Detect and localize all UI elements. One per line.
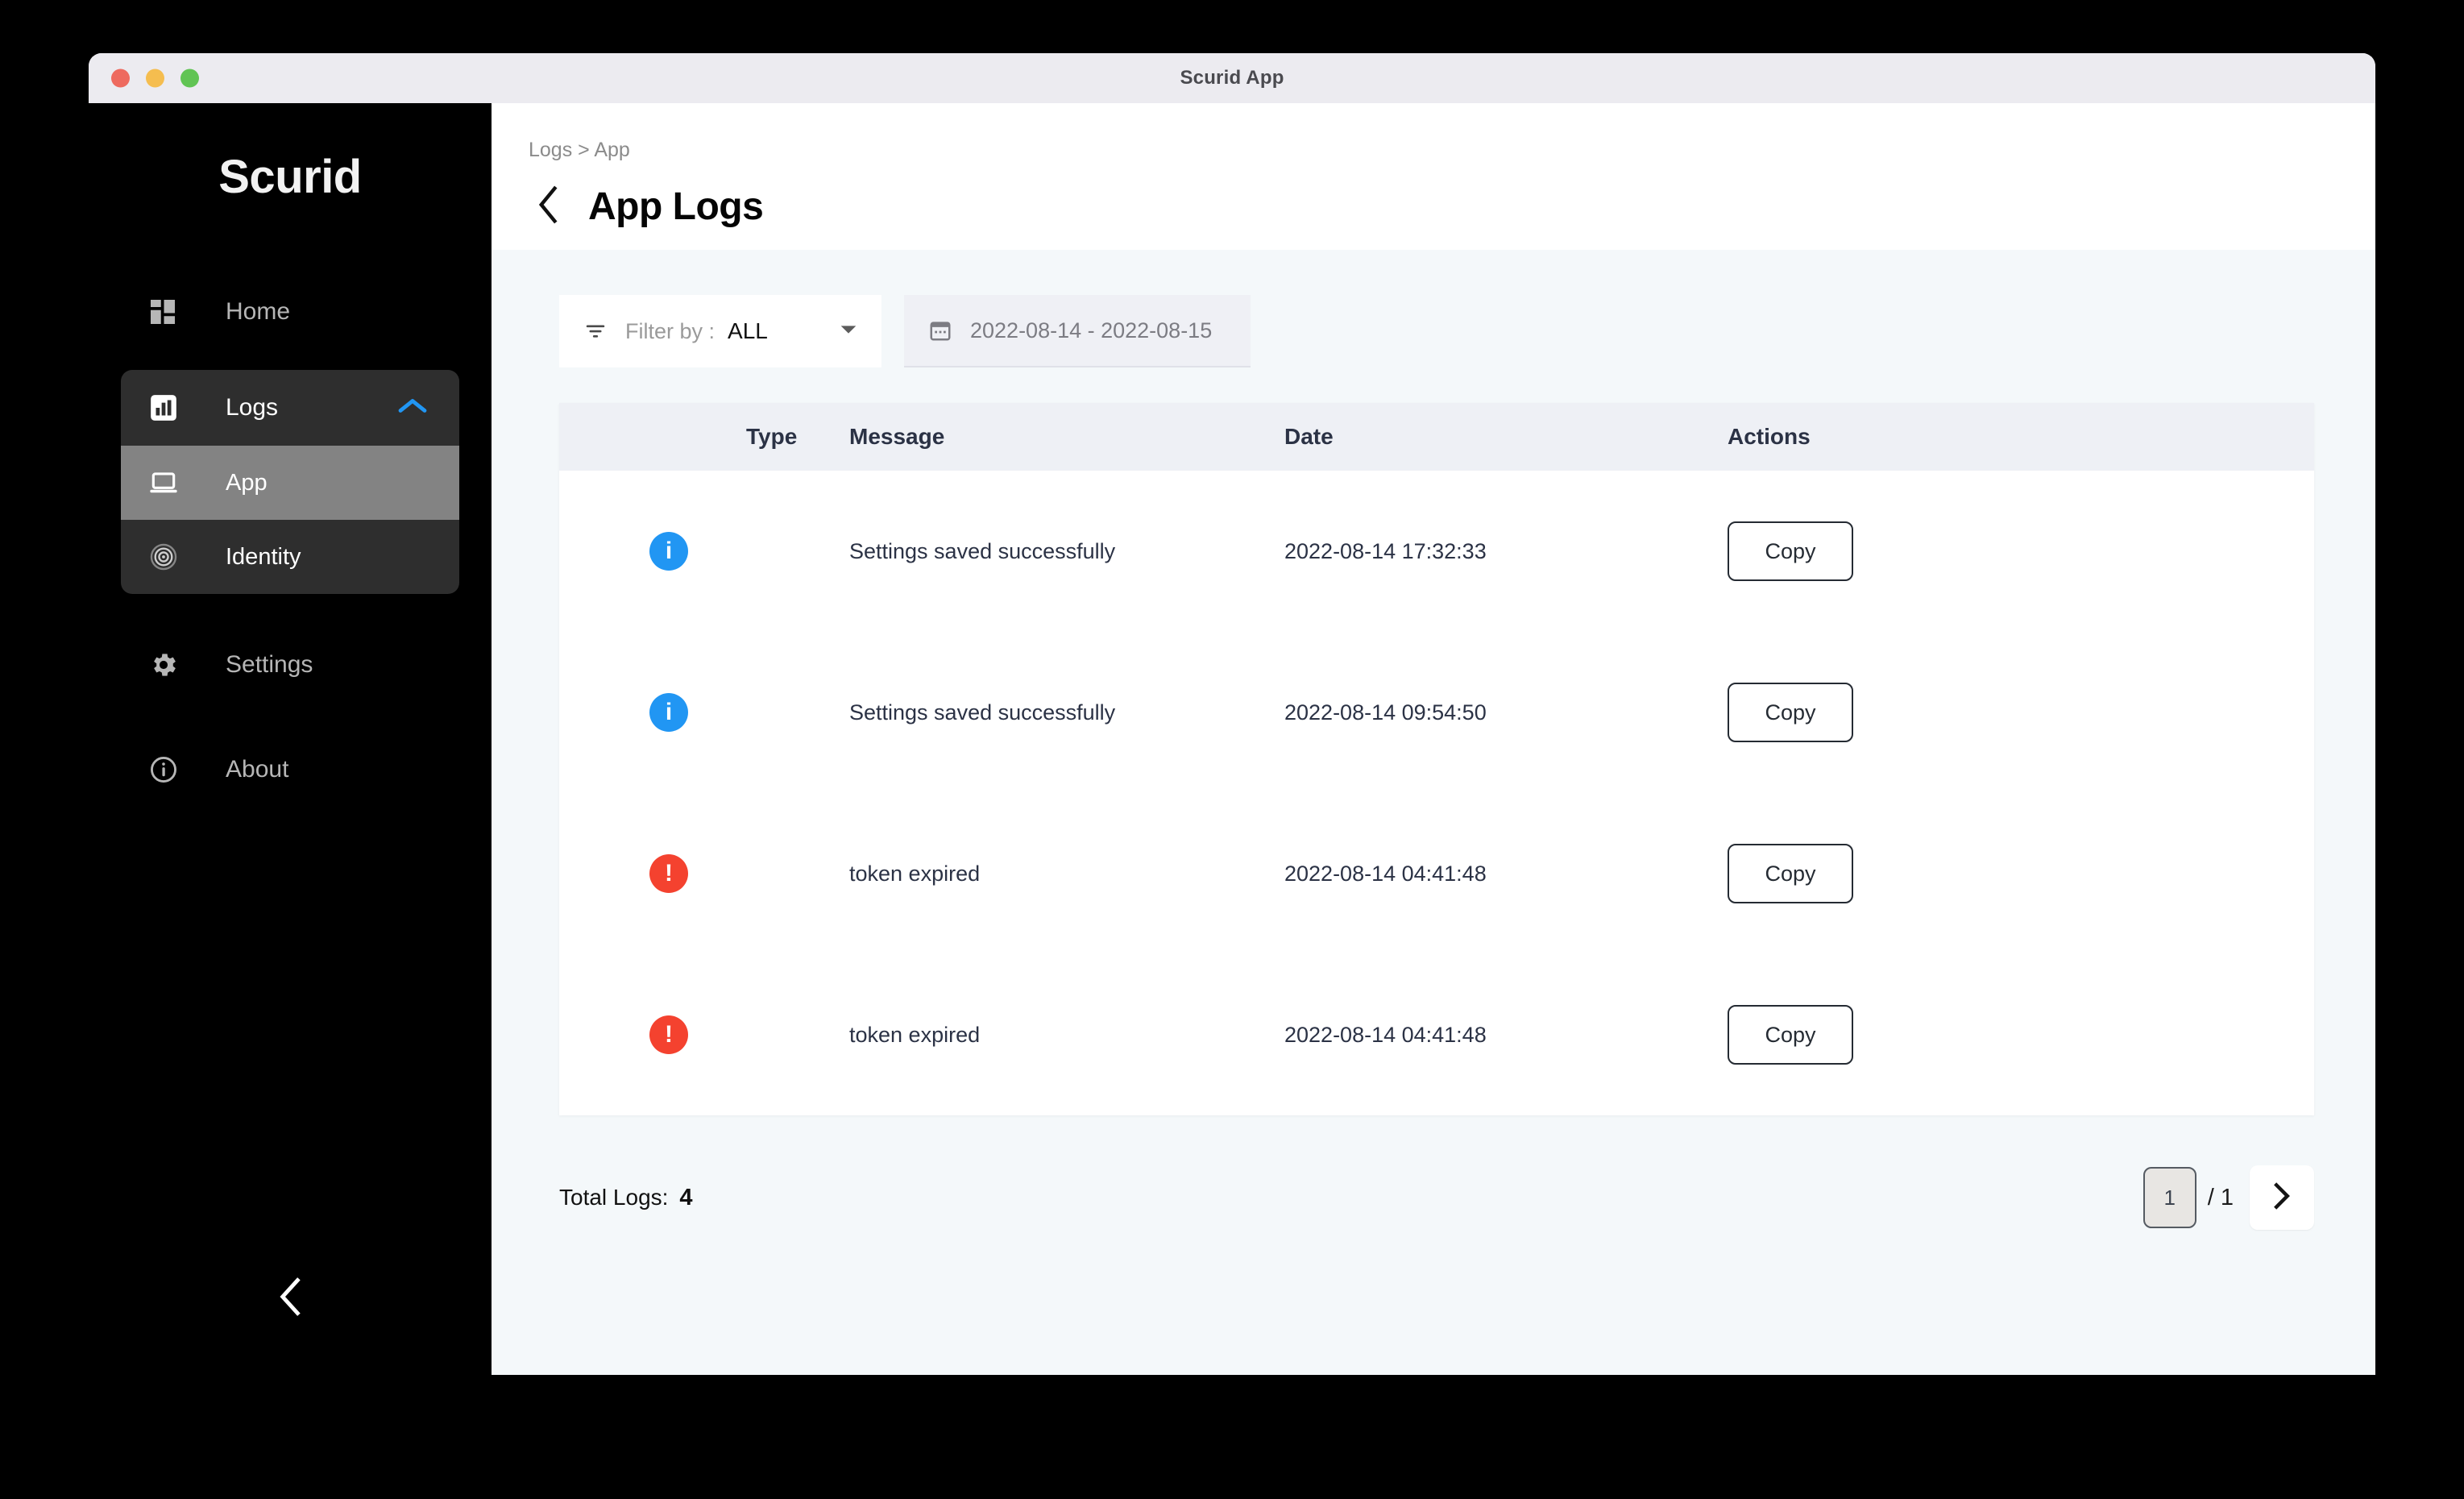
sidebar-item-label-settings: Settings xyxy=(226,651,313,678)
page-number-input[interactable] xyxy=(2143,1167,2196,1228)
sidebar-item-identity[interactable]: Identity xyxy=(121,520,459,594)
table-row: i Settings saved successfully 2022-08-14… xyxy=(559,471,2314,632)
sidebar-item-home[interactable]: Home xyxy=(89,278,492,346)
filter-icon xyxy=(583,319,608,343)
sidebar-item-label-about: About xyxy=(226,756,289,783)
maximize-button[interactable] xyxy=(180,69,199,88)
sidebar-item-logs[interactable]: Logs xyxy=(121,370,459,446)
sidebar-item-app[interactable]: App xyxy=(121,446,459,520)
log-message: token expired xyxy=(849,861,981,886)
column-header-actions: Actions xyxy=(1728,424,1811,449)
date-range-value: 2022-08-14 - 2022-08-15 xyxy=(970,318,1213,343)
page-title: App Logs xyxy=(588,185,764,228)
dashboard-icon xyxy=(148,297,185,326)
fingerprint-icon xyxy=(148,542,185,572)
log-message: token expired xyxy=(849,1022,981,1047)
pagination: / 1 xyxy=(2143,1165,2314,1230)
sidebar: Scurid Home Logs App Identity Settings A… xyxy=(89,103,492,1375)
breadcrumb[interactable]: Logs > App xyxy=(529,139,2375,162)
table-row: ! token expired 2022-08-14 04:41:48 Copy xyxy=(559,954,2314,1115)
sidebar-item-settings[interactable]: Settings xyxy=(89,631,492,699)
total-logs-label: Total Logs: xyxy=(559,1184,669,1210)
brand-logo: Scurid xyxy=(218,151,362,203)
window-titlebar: Scurid App xyxy=(89,53,2375,103)
info-badge-icon: i xyxy=(649,532,688,571)
sidebar-group-logs: Logs App Identity xyxy=(121,370,459,594)
log-message: Settings saved successfully xyxy=(849,538,1116,563)
chevron-right-icon xyxy=(2271,1181,2292,1214)
sidebar-collapse-button[interactable] xyxy=(89,1276,492,1322)
copy-button[interactable]: Copy xyxy=(1728,521,1853,581)
minimize-button[interactable] xyxy=(146,69,164,88)
close-button[interactable] xyxy=(111,69,130,88)
log-date: 2022-08-14 17:32:33 xyxy=(1284,538,1487,563)
table-header-row: Type Message Date Actions xyxy=(559,403,2314,471)
sidebar-item-label-identity: Identity xyxy=(226,543,301,570)
info-circle-icon xyxy=(148,754,185,785)
error-badge-icon: ! xyxy=(649,1015,688,1054)
column-header-message: Message xyxy=(849,424,945,449)
copy-button[interactable]: Copy xyxy=(1728,1005,1853,1065)
total-logs: Total Logs: 4 xyxy=(559,1185,693,1211)
back-button[interactable] xyxy=(527,185,570,229)
window-title: Scurid App xyxy=(1180,67,1284,89)
chevron-up-icon[interactable] xyxy=(398,397,427,419)
table-row: i Settings saved successfully 2022-08-14… xyxy=(559,632,2314,793)
total-logs-value: 4 xyxy=(679,1184,693,1210)
date-range-picker[interactable]: 2022-08-14 - 2022-08-15 xyxy=(904,295,1251,367)
sidebar-item-label-home: Home xyxy=(226,298,291,325)
copy-button[interactable]: Copy xyxy=(1728,844,1853,903)
filter-by-dropdown[interactable]: Filter by : ALL xyxy=(559,295,881,367)
filter-by-label: Filter by : xyxy=(625,318,716,343)
sidebar-item-label-logs: Logs xyxy=(226,394,279,421)
sidebar-nav-bottom: Settings About xyxy=(89,631,492,803)
table-row: ! token expired 2022-08-14 04:41:48 Copy xyxy=(559,793,2314,954)
column-header-date: Date xyxy=(1284,424,1334,449)
app-window: Scurid App Scurid Home Logs App Identity… xyxy=(89,53,2375,1375)
page-header: Logs > App App Logs xyxy=(492,103,2375,250)
sidebar-item-about[interactable]: About xyxy=(89,736,492,803)
info-badge-icon: i xyxy=(649,693,688,732)
sidebar-item-label-app: App xyxy=(226,469,268,496)
title-row: App Logs xyxy=(527,185,2375,229)
main-area: Filter by : ALL 2022-08-14 - 2022-08-15 … xyxy=(492,250,2375,1375)
logs-table: Type Message Date Actions i Settings sav… xyxy=(559,403,2314,1115)
table-footer: Total Logs: 4 / 1 xyxy=(559,1115,2314,1230)
laptop-icon xyxy=(148,467,185,498)
chevron-left-icon xyxy=(276,1276,304,1322)
calendar-icon xyxy=(928,318,952,343)
filter-bar: Filter by : ALL 2022-08-14 - 2022-08-15 xyxy=(559,295,2314,367)
log-date: 2022-08-14 04:41:48 xyxy=(1284,1022,1487,1047)
filter-by-value: ALL xyxy=(728,318,768,343)
column-header-type: Type xyxy=(746,424,798,449)
content-area: Logs > App App Logs Filter by: ALL 2022… xyxy=(492,103,2375,1375)
log-date: 2022-08-14 09:54:50 xyxy=(1284,700,1487,725)
gear-icon xyxy=(148,650,185,680)
window-controls xyxy=(111,69,199,88)
next-page-button[interactable] xyxy=(2250,1165,2314,1230)
log-message: Settings saved successfully xyxy=(849,700,1116,725)
log-date: 2022-08-14 04:41:48 xyxy=(1284,861,1487,886)
bar-chart-icon xyxy=(148,392,185,423)
page-total-label: / 1 xyxy=(2207,1184,2234,1210)
sidebar-nav: Home Logs App Identity Settings About xyxy=(89,278,492,803)
chevron-left-icon xyxy=(537,185,561,228)
copy-button[interactable]: Copy xyxy=(1728,683,1853,742)
caret-down-icon[interactable] xyxy=(840,324,857,339)
error-badge-icon: ! xyxy=(649,854,688,893)
